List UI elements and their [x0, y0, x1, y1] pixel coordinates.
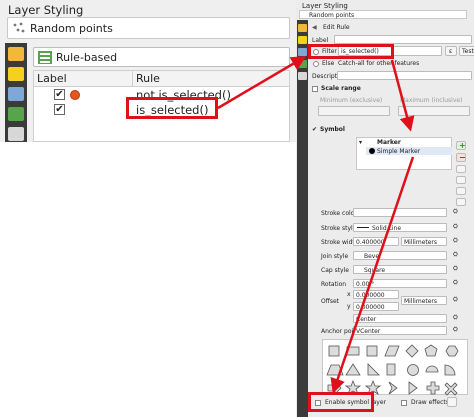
arrow-filter-to-symbol-tree [390, 59, 415, 132]
arrow-symbol-tree-to-enable [330, 156, 415, 394]
annotation-arrows [217, 56, 415, 394]
arrow-rule-to-filter [217, 56, 307, 110]
